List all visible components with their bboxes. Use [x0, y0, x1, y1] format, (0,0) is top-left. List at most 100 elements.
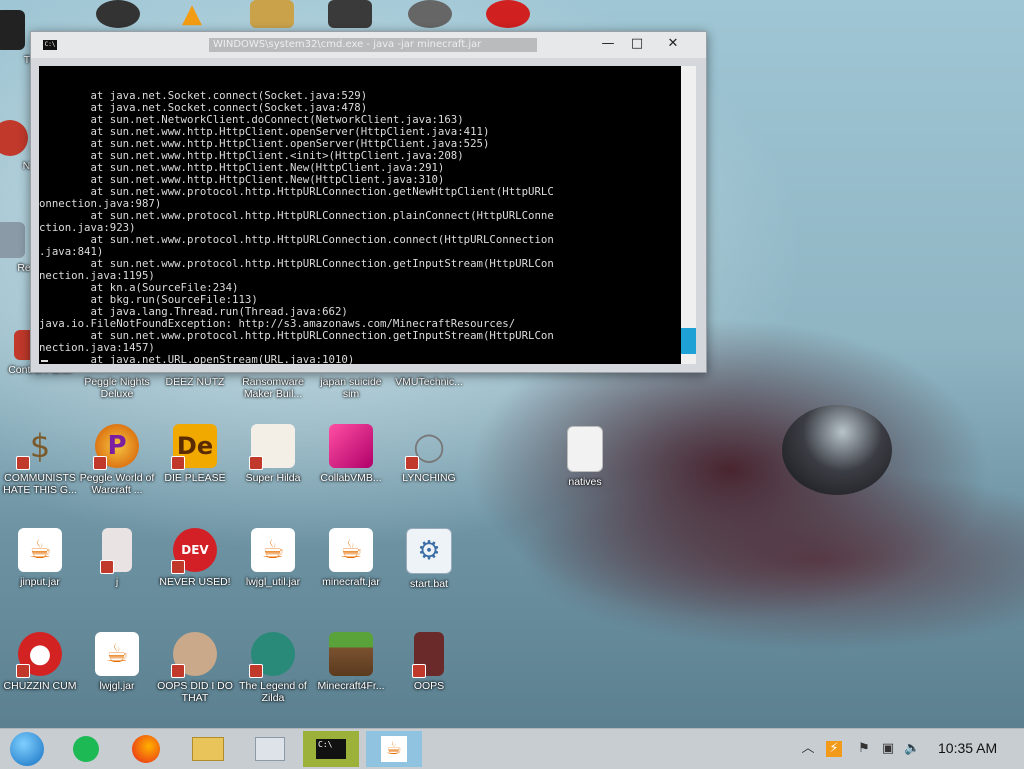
desktop-icon-ransomware-maker[interactable]: Ransomware Maker Buil...: [233, 372, 313, 400]
monitor-icon: [255, 737, 285, 761]
app-icon: [0, 120, 28, 156]
desktop-icon-label: jinput.jar: [20, 576, 60, 588]
network-icon[interactable]: ▣: [880, 741, 896, 757]
desktop-icon-lwjgl-jar[interactable]: ☕ lwjgl.jar: [77, 632, 157, 692]
desktop-icon-super-hilda[interactable]: Super Hilda: [233, 424, 313, 484]
shortcut-arrow-icon: [16, 456, 30, 470]
desktop-icon-top-3[interactable]: [232, 0, 312, 28]
taskbar-firefox[interactable]: [118, 731, 174, 767]
desktop-icon-top-1[interactable]: [78, 0, 158, 28]
java-jar-icon: ☕: [251, 528, 295, 572]
desktop-icon-label: DEEZ NUTZ: [165, 376, 225, 388]
monitor-icon: [329, 424, 373, 468]
console-line: at sun.net.www.protocol.http.HttpURLConn…: [39, 233, 554, 246]
java-jar-icon: ☕: [18, 528, 62, 572]
start-orb-icon: [10, 732, 44, 766]
desktop-icon-lwjgl-util-jar[interactable]: ☕ lwjgl_util.jar: [233, 528, 313, 588]
desktop-icon-jinput-jar[interactable]: ☕ jinput.jar: [0, 528, 80, 588]
taskbar: C:\ ☕ ︿ ⚡ ⚑ ▣ 🔈 10:35 AM: [0, 728, 1024, 769]
java-jar-icon: ☕: [95, 632, 139, 676]
desktop-icon-top-6[interactable]: [468, 0, 548, 28]
minimize-button[interactable]: —: [596, 35, 620, 53]
shortcut-arrow-icon: [171, 456, 185, 470]
noose-icon: ◯: [405, 424, 451, 470]
app-icon: [412, 632, 444, 678]
desktop-icon-lynching[interactable]: ◯ LYNCHING: [389, 424, 469, 485]
desktop-icon-label: OOPS DID I DO THAT: [157, 680, 233, 704]
de-icon: De: [171, 424, 217, 470]
taskbar-java[interactable]: ☕: [366, 731, 422, 767]
java-jar-icon: ☕: [329, 528, 373, 572]
console-scrollbar[interactable]: [681, 66, 696, 364]
grass-block-icon: [329, 632, 373, 676]
shortcut-arrow-icon: [93, 456, 107, 470]
folder-icon: [567, 426, 603, 472]
peggle-icon: P: [93, 424, 139, 470]
desktop-icon-oops-did-i[interactable]: OOPS DID I DO THAT: [155, 632, 235, 704]
volume-icon[interactable]: 🔈: [904, 741, 920, 757]
close-button[interactable]: ✕: [661, 35, 685, 53]
cmd-icon: C:\: [43, 40, 57, 50]
desktop-icon-chuzzin[interactable]: ● CHUZZIN CUM: [0, 632, 80, 692]
spotify-icon: [73, 736, 99, 762]
desktop-icon-label: The Legend of Zilda: [239, 680, 307, 704]
desktop-icon-label: natives: [568, 476, 602, 488]
file-icon: [100, 528, 132, 574]
desktop-icon-top-5[interactable]: [390, 0, 470, 28]
shortcut-arrow-icon: [412, 664, 426, 678]
desktop-icon-j[interactable]: j: [77, 528, 157, 588]
desktop-icon-label: minecraft.jar: [322, 576, 380, 588]
console-titlebar[interactable]: C:\ WINDOWS\system32\cmd.exe - java -jar…: [31, 32, 706, 58]
cmd-icon: C:\: [316, 739, 346, 759]
desktop-icon-peggle-nights[interactable]: Peggle Nights Deluxe: [77, 372, 157, 400]
desktop-icon-label: CollabVMB...: [320, 472, 382, 484]
taskbar-monitor-app[interactable]: [242, 731, 298, 767]
chevron-up-icon[interactable]: ︿: [800, 741, 816, 757]
desktop-icon-never-used[interactable]: DEV NEVER USED!: [155, 528, 235, 588]
console-title: WINDOWS\system32\cmd.exe - java -jar min…: [209, 38, 537, 52]
gear-icon: ⚙: [406, 528, 452, 574]
desktop-icon-die-please[interactable]: De DIE PLEASE: [155, 424, 235, 484]
desktop-icon-collabvm[interactable]: CollabVMB...: [311, 424, 391, 484]
desktop-icon-top-4[interactable]: [310, 0, 390, 28]
console-line: at java.net.URL.openStream(URL.java:1010…: [39, 353, 355, 365]
desktop-icon-top-2[interactable]: ▲: [152, 0, 232, 29]
desktop-icon-label: VMUTechnic...: [395, 376, 463, 388]
start-button[interactable]: [2, 731, 52, 767]
desktop-icon-start-bat[interactable]: ⚙ start.bat: [389, 528, 469, 590]
desktop-icon-label: japan suicide sim: [320, 376, 382, 400]
shortcut-arrow-icon: [405, 456, 419, 470]
desktop-icon-communists[interactable]: $ COMMUNISTS HATE THIS G...: [0, 424, 80, 496]
desktop-icon-legend-of-zilda[interactable]: The Legend of Zilda: [233, 632, 313, 704]
app-icon: [486, 0, 530, 28]
taskbar-spotify[interactable]: [58, 731, 114, 767]
desktop-icon-vmutechnic[interactable]: VMUTechnic...: [389, 372, 469, 388]
taskbar-explorer[interactable]: [180, 731, 236, 767]
app-tray-icon[interactable]: ⚡: [826, 741, 842, 757]
app-icon: [328, 0, 372, 28]
desktop-icon-label: start.bat: [410, 578, 448, 590]
text-cursor: [41, 360, 48, 362]
desktop-icon-label: j: [115, 576, 119, 588]
desktop-icon-label: Ransomware Maker Buil...: [242, 376, 304, 400]
taskbar-cmd[interactable]: C:\: [303, 731, 359, 767]
desktop-icon-deez-nutz[interactable]: DEEZ NUTZ: [155, 372, 235, 388]
desktop-icon-label: Peggle Nights Deluxe: [84, 376, 150, 400]
desktop-icon-japan-suicide-sim[interactable]: japan suicide sim: [311, 372, 391, 400]
flag-icon[interactable]: ⚑: [856, 741, 872, 757]
desktop-icon-oops[interactable]: OOPS: [389, 632, 469, 692]
desktop-icon-natives[interactable]: natives: [545, 426, 625, 488]
desktop-icon-minecraft4free[interactable]: Minecraft4Fr...: [311, 632, 391, 692]
pixel-character-icon: [249, 424, 295, 470]
console-window[interactable]: C:\ WINDOWS\system32\cmd.exe - java -jar…: [30, 31, 707, 373]
console-output[interactable]: at java.net.Socket.connect(Socket.java:5…: [39, 66, 681, 364]
app-icon: [0, 10, 25, 50]
app-icon: [96, 0, 140, 28]
desktop-icon-label: Super Hilda: [245, 472, 301, 484]
maximize-button[interactable]: □: [625, 35, 649, 53]
desktop-icon-peggle-wow[interactable]: P Peggle World of Warcraft ...: [77, 424, 157, 496]
clock[interactable]: 10:35 AM: [938, 740, 997, 756]
desktop-icon-minecraft-jar[interactable]: ☕ minecraft.jar: [311, 528, 391, 588]
desktop-icon-label: LYNCHING: [402, 472, 456, 484]
scrollbar-thumb[interactable]: [681, 328, 696, 354]
